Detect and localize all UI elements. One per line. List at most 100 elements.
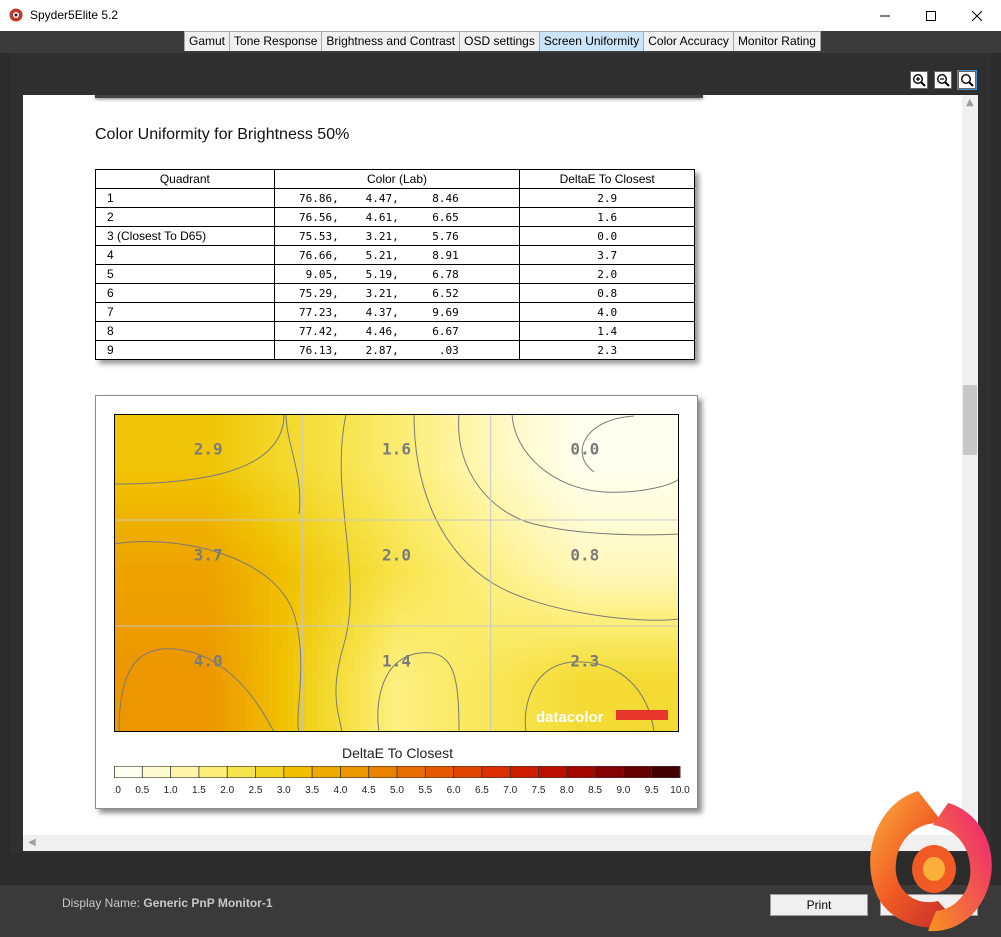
heatmap-pixel: [600, 456, 607, 463]
heatmap-pixel: [306, 462, 313, 469]
heatmap-pixel: [594, 684, 601, 691]
heatmap-pixel: [246, 516, 253, 523]
heatmap-pixel: [372, 612, 379, 619]
heatmap-pixel: [210, 708, 217, 715]
heatmap-pixel: [660, 588, 667, 595]
heatmap-pixel: [666, 510, 673, 517]
heatmap-pixel: [666, 702, 673, 709]
heatmap-pixel: [390, 636, 397, 643]
heatmap-pixel: [450, 690, 457, 697]
heatmap-pixel: [210, 678, 217, 685]
uniformity-chart-panel: 2.9 1.6 0.0 3.7 2.0 0.8 4.0 1.4 2.3 datacolor Del…: [95, 395, 698, 809]
heatmap-pixel: [402, 636, 409, 643]
heatmap-pixel: [354, 660, 361, 667]
heatmap-pixel: [642, 672, 649, 679]
heatmap-pixel: [120, 504, 127, 511]
tab-osd-settings[interactable]: OSD settings: [459, 31, 540, 51]
heatmap-pixel: [666, 540, 673, 547]
heatmap-pixel: [600, 444, 607, 451]
heatmap-pixel: [564, 516, 571, 523]
heatmap-pixel: [348, 570, 355, 577]
heatmap-pixel: [312, 606, 319, 613]
heatmap-pixel: [336, 594, 343, 601]
heatmap-pixel: [210, 564, 217, 571]
heatmap-pixel: [246, 528, 253, 535]
zoom-in-button[interactable]: [910, 71, 928, 89]
heatmap-pixel: [144, 540, 151, 547]
maximize-button[interactable]: [908, 0, 954, 31]
tab-color-accuracy[interactable]: Color Accuracy: [643, 31, 734, 51]
heatmap-pixel: [516, 426, 523, 433]
tab-tone-response[interactable]: Tone Response: [229, 31, 323, 51]
minimize-button[interactable]: [862, 0, 908, 31]
heatmap-pixel: [144, 438, 151, 445]
heatmap-pixel: [330, 510, 337, 517]
heatmap-pixel: [414, 504, 421, 511]
heatmap-pixel: [420, 672, 427, 679]
heatmap-pixel: [300, 684, 307, 691]
heatmap-pixel: [516, 498, 523, 505]
heatmap-pixel: [270, 540, 277, 547]
heatmap-pixel: [324, 510, 331, 517]
heatmap-pixel: [342, 696, 349, 703]
table-body: 1 76.86, 4.47, 8.46 2.9 2 76.56, 4.61, 6.65 1.6 3 …: [95, 188, 695, 360]
heatmap-pixel: [660, 690, 667, 697]
heatmap-pixel: [660, 504, 667, 511]
heatmap-pixel: [282, 714, 289, 721]
heatmap-pixel: [306, 714, 313, 721]
heatmap-pixel: [528, 426, 535, 433]
heatmap-pixel: [486, 480, 493, 487]
heatmap-pixel: [630, 450, 637, 457]
heatmap-pixel: [492, 678, 499, 685]
heatmap-pixel: [534, 570, 541, 577]
uniformity-heatmap: 2.9 1.6 0.03.7 2.0 0.84.0 1.4 2.3datacolor: [114, 414, 679, 732]
heatmap-pixel: [186, 654, 193, 661]
heatmap-pixel: [342, 654, 349, 661]
heatmap-pixel: [600, 570, 607, 577]
tab-brightness-and-contrast[interactable]: Brightness and Contrast: [321, 31, 461, 51]
heatmap-pixel: [156, 624, 163, 631]
heatmap-pixel: [624, 690, 631, 697]
heatmap-pixel: [540, 624, 547, 631]
heatmap-pixel: [240, 510, 247, 517]
heatmap-pixel: [120, 594, 127, 601]
heatmap-pixel: [462, 660, 469, 667]
heatmap-pixel: [546, 486, 553, 493]
tab-screen-uniformity[interactable]: Screen Uniformity: [538, 31, 645, 51]
heatmap-pixel: [144, 642, 151, 649]
heatmap-pixel: [342, 456, 349, 463]
heatmap-pixel: [318, 576, 325, 583]
heatmap-pixel: [180, 456, 187, 463]
heatmap-pixel: [528, 714, 535, 721]
zoom-out-button[interactable]: [934, 71, 952, 89]
heatmap-pixel: [246, 486, 253, 493]
heatmap-pixel: [486, 642, 493, 649]
heatmap-pixel: [492, 606, 499, 613]
heatmap-pixel: [636, 570, 643, 577]
heatmap-pixel: [192, 612, 199, 619]
heatmap-pixel: [318, 642, 325, 649]
heatmap-pixel: [456, 486, 463, 493]
heatmap-pixel: [486, 684, 493, 691]
close-button[interactable]: [954, 0, 1000, 31]
heatmap-pixel: [192, 510, 199, 517]
heatmap-pixel: [600, 588, 607, 595]
heatmap-pixel: [138, 618, 145, 625]
heatmap-pixel: [276, 666, 283, 673]
heatmap-pixel: [636, 594, 643, 601]
heatmap-pixel: [546, 660, 553, 667]
heatmap-pixel: [360, 540, 367, 547]
heatmap-pixel: [426, 702, 433, 709]
heatmap-pixel: [516, 486, 523, 493]
heatmap-pixel: [306, 702, 313, 709]
heatmap-pixel: [306, 678, 313, 685]
heatmap-pixel: [654, 546, 661, 553]
heatmap-pixel: [618, 684, 625, 691]
tab-gamut[interactable]: Gamut: [184, 31, 231, 51]
heatmap-pixel: [144, 426, 151, 433]
heatmap-pixel: [228, 582, 235, 589]
heatmap-pixel: [420, 468, 427, 475]
tab-monitor-rating[interactable]: Monitor Rating: [732, 31, 821, 51]
zoom-fit-button[interactable]: [957, 70, 977, 90]
heatmap-pixel: [246, 672, 253, 679]
